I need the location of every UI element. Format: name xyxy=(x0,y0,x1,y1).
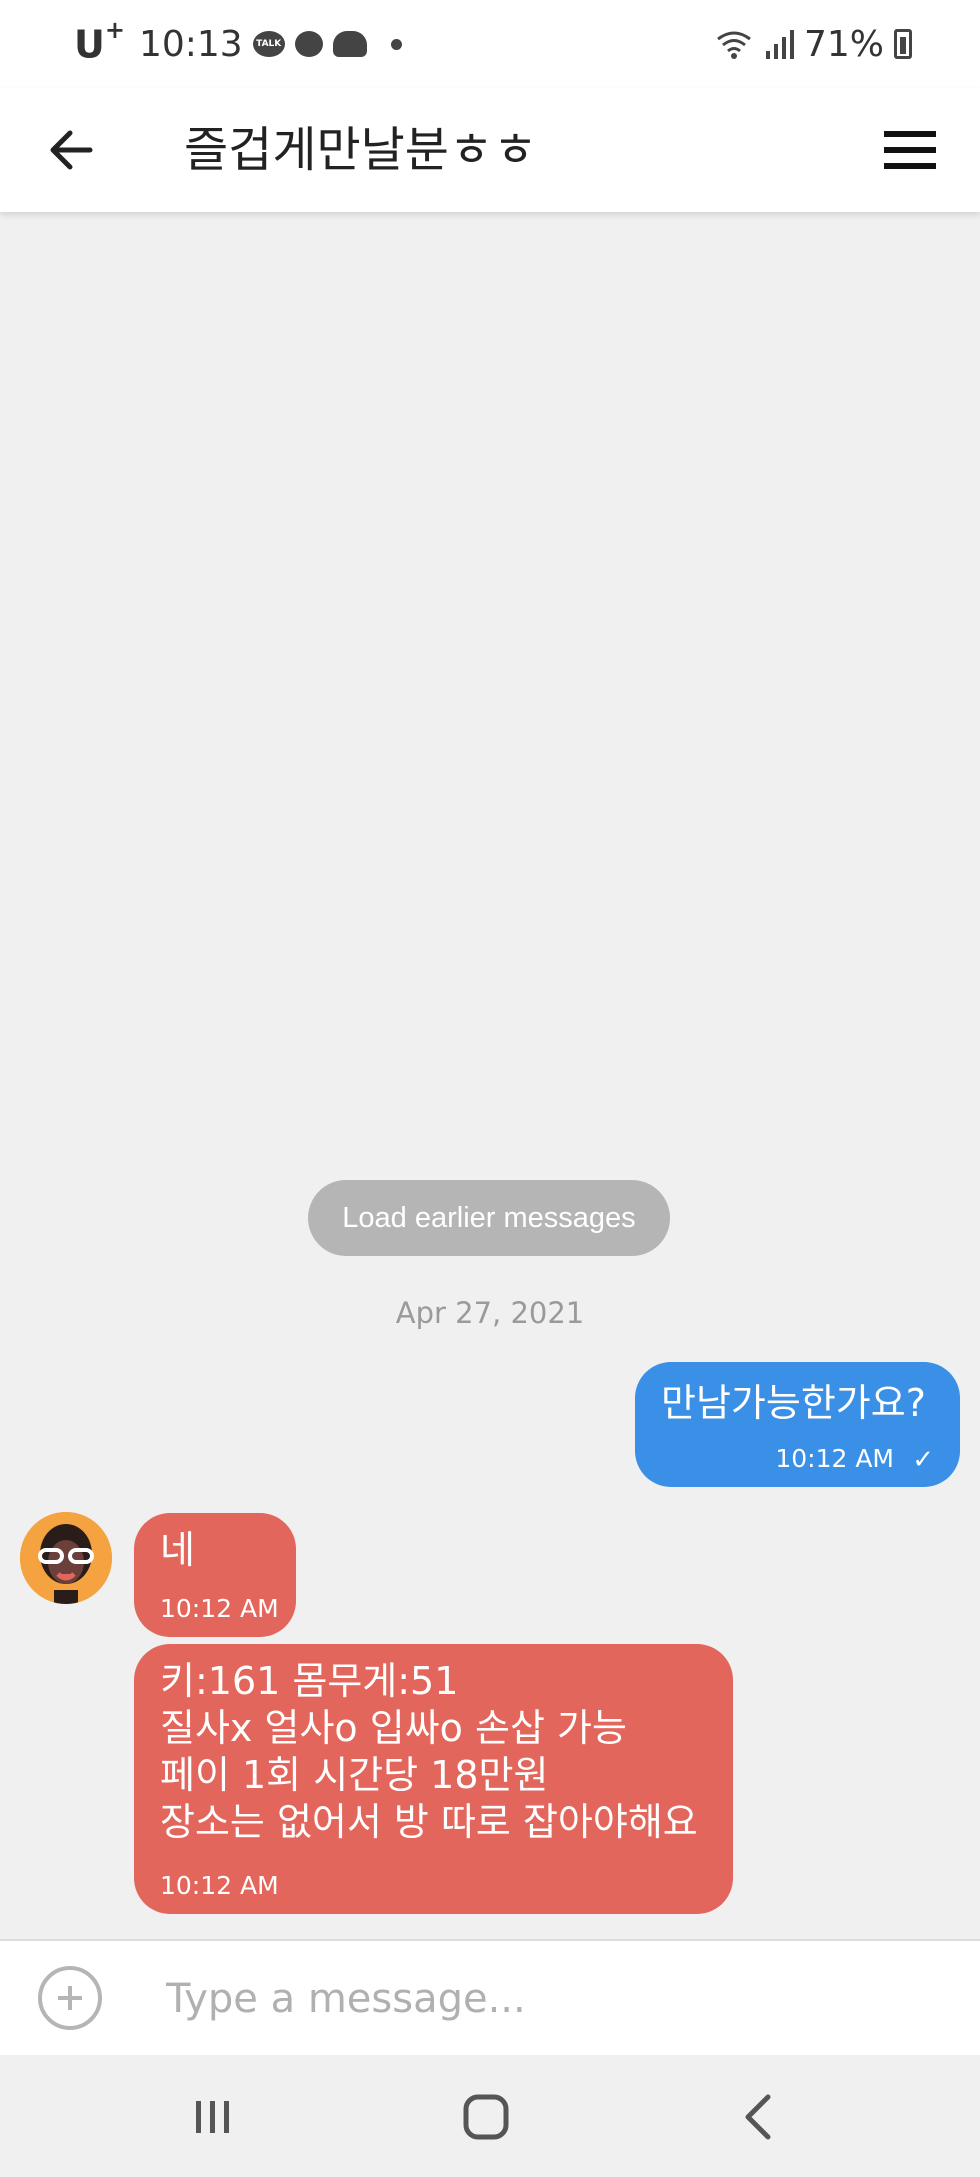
system-nav-bar xyxy=(0,2055,980,2177)
chat-header: 즐겁게만날분ㅎㅎ xyxy=(0,88,980,212)
message-time: 10:12 AM xyxy=(160,1871,279,1900)
chat-title: 즐겁게만날분ㅎㅎ xyxy=(184,122,538,178)
message-line: 질사x 얼사o 입싸o 손삽 가능 xyxy=(160,1706,627,1750)
message-time: 10:12 AM xyxy=(775,1444,894,1473)
battery-percent: 71% xyxy=(803,23,884,65)
signal-icon xyxy=(765,30,794,59)
message-input[interactable] xyxy=(164,1961,928,2037)
back-nav-icon[interactable] xyxy=(728,2085,792,2149)
avatar[interactable] xyxy=(20,1512,112,1604)
chat-bubble-icon xyxy=(294,31,323,57)
carrier-label: U+ xyxy=(74,15,125,67)
message-line: 키:161 몸무게:51 xyxy=(160,1659,459,1703)
date-divider: Apr 27, 2021 xyxy=(395,1296,585,1330)
message-composer xyxy=(0,1939,980,2055)
add-attachment-icon[interactable] xyxy=(38,1966,102,2030)
home-icon[interactable] xyxy=(454,2085,518,2149)
battery-charging-icon xyxy=(894,29,912,59)
arrow-left-icon[interactable] xyxy=(40,118,104,182)
status-right: 71% xyxy=(714,18,912,70)
status-bar: U+ 10:13 TALK 71% xyxy=(0,0,980,88)
status-left: U+ 10:13 TALK xyxy=(74,15,402,70)
status-time: 10:13 xyxy=(138,23,243,65)
message-text: 만남가능한가요? xyxy=(661,1381,926,1425)
cloud-sync-icon xyxy=(332,31,367,57)
message-line: 페이 1회 시간당 18만원 xyxy=(160,1753,549,1797)
wifi-icon xyxy=(717,31,751,59)
avatar-face-icon xyxy=(20,1512,112,1604)
kakaotalk-icon: TALK xyxy=(252,31,285,57)
message-text: 네 xyxy=(160,1528,195,1572)
load-earlier-button[interactable]: Load earlier messages xyxy=(308,1180,670,1256)
message-time: 10:12 AM xyxy=(160,1594,279,1623)
hamburger-menu-icon[interactable] xyxy=(878,118,942,182)
incoming-message[interactable]: 네 10:12 AM xyxy=(134,1513,296,1637)
recent-apps-icon[interactable] xyxy=(180,2085,244,2149)
incoming-message[interactable]: 키:161 몸무게:51 질사x 얼사o 입싸o 손삽 가능 페이 1회 시간당… xyxy=(134,1644,733,1914)
outgoing-message[interactable]: 만남가능한가요? 10:12 AM ✓ xyxy=(635,1362,960,1487)
more-notifications-icon xyxy=(390,38,402,50)
message-line: 장소는 없어서 방 따로 잡아야해요 xyxy=(160,1800,698,1844)
sent-check-icon: ✓ xyxy=(912,1445,934,1475)
